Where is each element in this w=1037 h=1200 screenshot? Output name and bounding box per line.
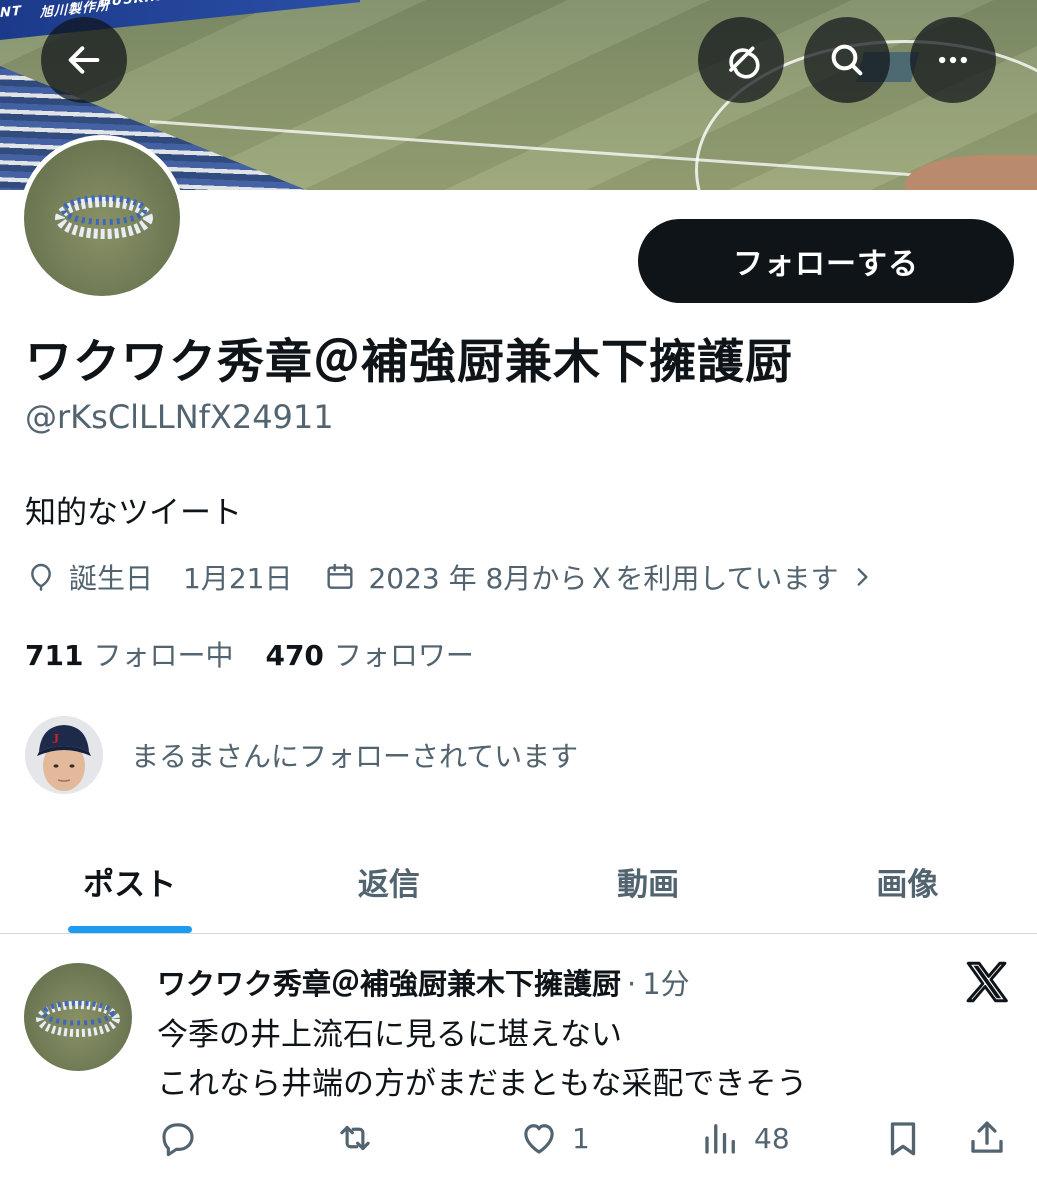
avatar-image: [24, 140, 180, 296]
tab-videos-label: 動画: [617, 867, 680, 903]
joined-text: 2023 年 8月からＸを利用しています: [368, 562, 839, 595]
following-count: 711: [25, 639, 84, 672]
post-header: ワクワク秀章＠補強厨兼木下擁護厨 · 1分: [157, 961, 690, 1003]
post-author-name[interactable]: ワクワク秀章＠補強厨兼木下擁護厨: [157, 961, 621, 1003]
bookmark-icon: [890, 1122, 916, 1156]
balloon-icon: [31, 563, 51, 591]
followed-by-row[interactable]: J まるまさんにフォローされています: [25, 716, 578, 794]
followers-count: 470: [265, 639, 324, 672]
search-icon: [831, 44, 863, 76]
tab-replies[interactable]: 返信: [259, 830, 518, 933]
follow-stats: 711 フォロー中 470 フォロワー: [25, 634, 474, 674]
views-button[interactable]: 48: [700, 1117, 790, 1159]
post-separator: ·: [627, 967, 637, 1001]
tab-videos[interactable]: 動画: [519, 830, 778, 933]
post-item[interactable]: ワクワク秀章＠補強厨兼木下擁護厨 · 1分 今季の井上流石に見るに堪えない これ…: [0, 935, 1037, 1200]
calendar-icon: [327, 563, 354, 589]
analytics-icon: [705, 1124, 735, 1154]
follower-avatar: J: [25, 716, 103, 794]
followers-label: フォロワー: [333, 639, 474, 672]
like-count: 1: [572, 1121, 590, 1155]
birthday-label: 誕生日: [69, 562, 154, 595]
more-button[interactable]: [910, 17, 996, 103]
post-body: 今季の井上流石に見るに堪えない これなら井端の方がまだまともな采配できそう: [157, 1011, 807, 1109]
chevron-right-icon: [857, 568, 868, 586]
banner-wall-text-right: DUSKIN: [100, 0, 163, 10]
follower-avatar-image: J: [25, 716, 103, 794]
display-name: ワクワク秀章＠補強厨兼木下擁護厨: [25, 335, 793, 390]
tab-replies-label: 返信: [357, 867, 420, 903]
more-horizontal-icon: [939, 56, 967, 64]
followers-link[interactable]: 470 フォロワー: [265, 634, 473, 674]
arrow-left-icon: [68, 46, 100, 74]
user-handle: @rKsClLLNfX24911: [25, 398, 334, 436]
profile-tabs: ポスト 返信 動画 画像: [0, 830, 1037, 934]
tab-images-label: 画像: [876, 867, 939, 903]
reply-button[interactable]: [157, 1117, 199, 1159]
like-button[interactable]: 1: [518, 1117, 590, 1159]
svg-text:J: J: [52, 732, 59, 747]
tab-posts-label: ポスト: [83, 867, 177, 903]
following-link[interactable]: 711 フォロー中: [25, 634, 233, 674]
grok-icon: [729, 46, 760, 79]
repost-icon: [340, 1125, 370, 1151]
following-label: フォロー中: [93, 639, 234, 672]
share-button[interactable]: [966, 1117, 1008, 1159]
active-tab-indicator: [67, 926, 192, 933]
bookmark-button[interactable]: [882, 1117, 924, 1159]
x-logo-icon[interactable]: [962, 957, 1012, 1007]
team-huddle-graphic: [55, 195, 153, 239]
post-timestamp[interactable]: 1分: [642, 961, 689, 1003]
banner-wall-text-edge: NT: [0, 3, 22, 21]
birthday-info: 誕生日 1月21日: [25, 557, 292, 597]
joined-date-link[interactable]: 2023 年 8月からＸを利用しています: [324, 557, 886, 597]
view-count: 48: [754, 1121, 790, 1155]
tab-posts[interactable]: ポスト: [0, 830, 259, 933]
repost-button[interactable]: [334, 1117, 376, 1159]
birthday-value: 1月21日: [183, 562, 293, 595]
follow-button[interactable]: フォローする: [638, 219, 1014, 303]
tab-images[interactable]: 画像: [778, 830, 1037, 933]
followed-by-text: まるまさんにフォローされています: [131, 740, 579, 773]
heart-icon: [524, 1124, 554, 1154]
post-actions: 1 48: [0, 1117, 1037, 1167]
profile-meta: 誕生日 1月21日 2023 年 8月からＸを利用しています: [25, 555, 887, 599]
post-author-avatar[interactable]: [24, 963, 132, 1071]
profile-avatar[interactable]: [19, 135, 185, 301]
search-button[interactable]: [804, 17, 890, 103]
profile-bio: 知的なツイート: [25, 495, 242, 531]
post-avatar-image: [36, 1000, 120, 1037]
post-text-line-2: これなら井端の方がまだまともな采配できそう: [157, 1066, 808, 1102]
post-text-line-1: 今季の井上流石に見るに堪えない: [157, 1017, 622, 1053]
grok-button[interactable]: [698, 17, 784, 103]
reply-icon: [162, 1123, 194, 1157]
back-button[interactable]: [41, 17, 127, 103]
share-icon: [971, 1121, 1003, 1153]
